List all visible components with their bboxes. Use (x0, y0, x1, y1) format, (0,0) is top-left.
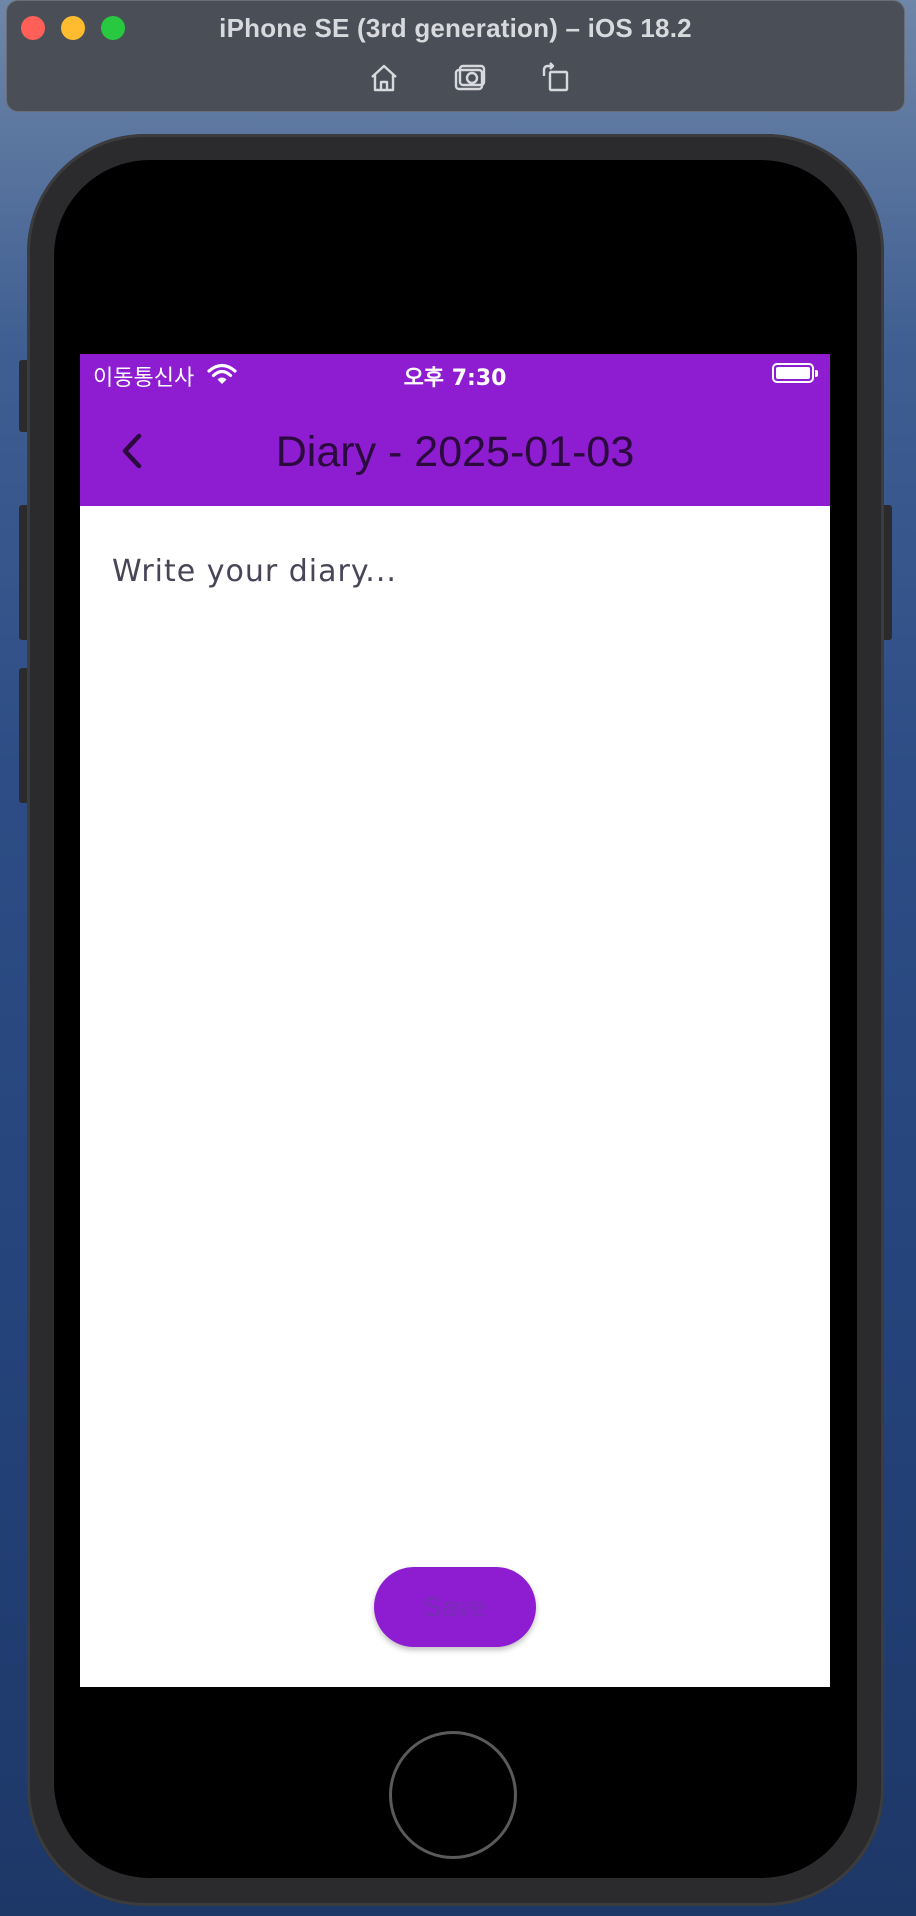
app-screen: 이동통신사 오후 7:30 Diary - 2025-01-03 Save (80, 354, 830, 1687)
simulator-title: iPhone SE (3rd generation) – iOS 18.2 (219, 13, 692, 43)
home-button[interactable] (389, 1731, 517, 1859)
simulator-title-bar: iPhone SE (3rd generation) – iOS 18.2 (6, 0, 905, 112)
status-bar: 이동통신사 오후 7:30 (80, 354, 830, 394)
home-icon[interactable] (367, 61, 401, 95)
save-button[interactable]: Save (374, 1567, 536, 1647)
diary-text-field[interactable] (112, 554, 792, 1454)
screenshot-icon[interactable] (453, 61, 487, 95)
page-title: Diary - 2025-01-03 (275, 428, 635, 476)
status-time: 오후 7:30 (403, 366, 507, 391)
battery-icon (772, 363, 818, 383)
app-bar: Diary - 2025-01-03 (80, 394, 830, 506)
rotate-icon[interactable] (539, 61, 573, 95)
